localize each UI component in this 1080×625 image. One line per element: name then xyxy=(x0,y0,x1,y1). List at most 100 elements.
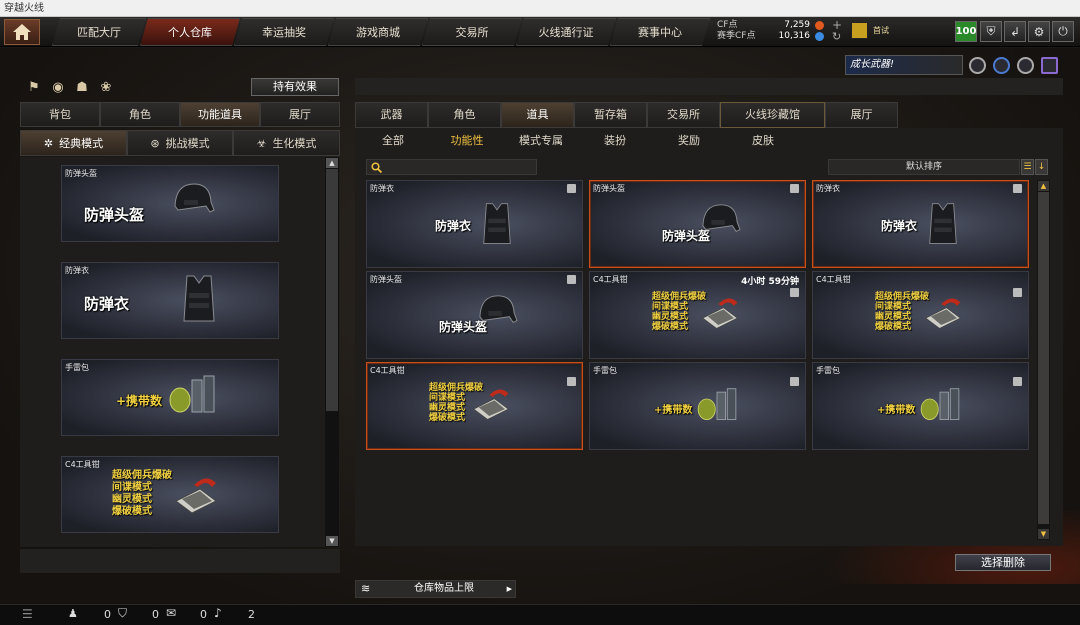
tab-collection-hall[interactable]: 火线珍藏馆 xyxy=(720,102,825,128)
rank-icon[interactable] xyxy=(969,57,986,74)
item-card[interactable]: 防弹头盔 防弹头盔 xyxy=(366,271,583,359)
item-card[interactable]: C4工具钳 4小时 59分钟 超级佣兵爆破 间谍模式 幽灵模式 爆破模式 xyxy=(589,271,806,359)
right-category-tabs: 武器 角色 道具 暂存箱 交易所 火线珍藏馆 展厅 xyxy=(355,102,903,128)
c4-toolkit-icon xyxy=(701,298,739,330)
chat-icon[interactable]: ✉ xyxy=(166,606,176,620)
left-scrollbar[interactable]: ▲ ▼ xyxy=(325,157,339,547)
level-badge[interactable]: 100 xyxy=(955,21,977,42)
gear-icon[interactable]: ⚙ xyxy=(1028,21,1050,42)
tab-match-lobby[interactable]: 匹配大厅 xyxy=(52,18,146,46)
tab-function-items[interactable]: 功能道具 xyxy=(180,102,260,127)
grenade-icon xyxy=(697,388,737,420)
scroll-down-icon[interactable]: ▼ xyxy=(326,536,338,546)
lock-icon[interactable] xyxy=(790,288,799,297)
lock-icon[interactable] xyxy=(567,275,576,284)
refresh-icon[interactable]: ↻ xyxy=(832,30,841,43)
w-logo-icon[interactable] xyxy=(1041,57,1058,74)
scroll-up-icon[interactable]: ▲ xyxy=(1038,181,1049,191)
warehouse-capacity-bar[interactable]: ≋ 仓库物品上限 ▶ xyxy=(355,580,516,598)
tab-showroom[interactable]: 展厅 xyxy=(260,102,340,127)
right-scrollbar[interactable]: ▲ ▼ xyxy=(1037,180,1050,540)
item-card[interactable]: C4工具钳 超级佣兵爆破 间谍模式 幽灵模式 爆破模式 xyxy=(812,271,1029,359)
tab-game-store[interactable]: 游戏商城 xyxy=(328,18,428,46)
item-card[interactable]: 防弹头盔 防弹头盔 xyxy=(589,180,806,268)
volume-icon[interactable]: ♪ xyxy=(214,606,222,620)
item-card[interactable]: 手雷包 +携带数 xyxy=(812,362,1029,450)
scroll-thumb[interactable] xyxy=(1038,192,1049,524)
list-view-icon[interactable]: ☰ xyxy=(1021,159,1034,175)
lock-icon[interactable] xyxy=(1013,377,1022,386)
tab-storage-box[interactable]: 暂存箱 xyxy=(574,102,647,128)
biohazard-icon: ☣ xyxy=(256,136,267,150)
menu-icon[interactable]: ☰ xyxy=(22,607,33,621)
avatar[interactable] xyxy=(851,22,868,39)
owned-effects-button[interactable]: 持有效果 xyxy=(251,78,339,96)
lock-icon[interactable] xyxy=(1013,288,1022,297)
user-badge: 首试 xyxy=(873,26,889,35)
tab-backpack[interactable]: 背包 xyxy=(20,102,100,127)
tab-lucky-draw[interactable]: 幸运抽奖 xyxy=(234,18,334,46)
figure-icon[interactable]: ☗ xyxy=(74,80,90,96)
subtab-outfit[interactable]: 装扮 xyxy=(578,130,652,152)
lock-icon[interactable] xyxy=(567,377,576,386)
right-header-strip xyxy=(355,78,1063,95)
subtab-all[interactable]: 全部 xyxy=(356,130,430,152)
select-delete-button[interactable]: 选择删除 xyxy=(955,554,1051,571)
subtab-reward[interactable]: 奖励 xyxy=(652,130,726,152)
helmet-icon xyxy=(479,295,518,324)
friends-icon[interactable]: ♟ xyxy=(68,607,78,620)
lock-icon[interactable] xyxy=(790,184,799,193)
lock-icon[interactable] xyxy=(567,184,576,193)
mode-classic[interactable]: ✲ 经典模式 xyxy=(20,130,127,156)
tab-trade[interactable]: 交易所 xyxy=(647,102,720,128)
mode-challenge[interactable]: ⊛ 挑战模式 xyxy=(127,130,233,156)
tab-personal-warehouse[interactable]: 个人仓库 xyxy=(140,18,240,46)
vest-icon xyxy=(929,203,957,244)
tab-event-center[interactable]: 赛事中心 xyxy=(610,18,710,46)
scroll-up-icon[interactable]: ▲ xyxy=(326,158,338,168)
tab-exchange[interactable]: 交易所 xyxy=(422,18,522,46)
item-card[interactable]: 手雷包 +携带数 xyxy=(589,362,806,450)
power-icon[interactable]: ⏻ xyxy=(1052,21,1074,42)
globe-icon[interactable] xyxy=(993,57,1010,74)
item-card[interactable]: C4工具钳 超级佣兵爆破 间谍模式 幽灵模式 爆破模式 xyxy=(366,362,583,450)
lock-icon[interactable] xyxy=(790,377,799,386)
list-item[interactable]: C4工具钳 超级佣兵爆破 间谍模式 幽灵模式 爆破模式 xyxy=(61,456,279,533)
subtab-mode-exclusive[interactable]: 模式专属 xyxy=(504,130,578,152)
eye-icon[interactable]: ◉ xyxy=(50,80,66,96)
helmet-icon xyxy=(702,204,741,233)
mode-tabs: ✲ 经典模式 ⊛ 挑战模式 ☣ 生化模式 xyxy=(20,130,340,156)
list-item[interactable]: 防弹衣 防弹衣 xyxy=(61,262,279,339)
tab-props[interactable]: 道具 xyxy=(501,102,574,128)
tab-exhibit[interactable]: 展厅 xyxy=(825,102,898,128)
tab-battle-pass[interactable]: 火线通行证 xyxy=(516,18,616,46)
sort-order-icon[interactable]: ↓ xyxy=(1035,159,1048,175)
list-item[interactable]: 手雷包 +携带数 xyxy=(61,359,279,436)
mode-zombie[interactable]: ☣ 生化模式 xyxy=(233,130,340,156)
back-icon[interactable]: ↲ xyxy=(1004,21,1026,42)
tab-character[interactable]: 角色 xyxy=(100,102,180,127)
list-item[interactable]: 防弹头盔 防弹头盔 xyxy=(61,165,279,242)
scroll-down-icon[interactable]: ▼ xyxy=(1038,529,1049,539)
top-nav: 匹配大厅 个人仓库 幸运抽奖 游戏商城 交易所 火线通行证 赛事中心 CF点 赛季… xyxy=(0,17,1080,47)
growth-weapon-banner[interactable]: 成长武器! xyxy=(845,55,963,75)
item-card[interactable]: 防弹衣 防弹衣 xyxy=(812,180,1029,268)
subtab-skin[interactable]: 皮肤 xyxy=(726,130,800,152)
clan-icon[interactable]: ⛉ xyxy=(118,606,127,621)
sort-dropdown[interactable]: 默认排序 xyxy=(828,159,1020,175)
item-card[interactable]: 防弹衣 防弹衣 xyxy=(366,180,583,268)
tab-role[interactable]: 角色 xyxy=(428,102,501,128)
shield-icon[interactable]: ⛨ xyxy=(980,21,1002,42)
search-input[interactable] xyxy=(366,159,537,175)
wing-icon[interactable] xyxy=(1017,57,1034,74)
scroll-thumb[interactable] xyxy=(326,169,338,411)
lock-icon[interactable] xyxy=(1013,184,1022,193)
helmet-icon xyxy=(174,183,215,213)
bag-icon[interactable]: ❀ xyxy=(98,80,114,96)
chart-icon[interactable]: ⚑ xyxy=(26,80,42,96)
tab-weapons[interactable]: 武器 xyxy=(355,102,428,128)
subcategory-tabs: 全部 功能性 模式专属 装扮 奖励 皮肤 xyxy=(356,130,800,152)
subtab-functional[interactable]: 功能性 xyxy=(430,130,504,152)
home-button[interactable] xyxy=(4,19,40,45)
c4-toolkit-icon xyxy=(472,389,510,421)
